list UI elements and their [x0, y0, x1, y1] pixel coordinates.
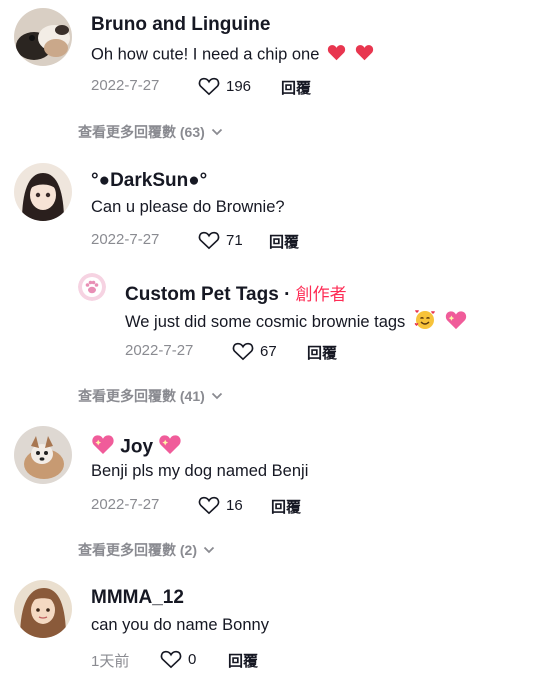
- like-count: 196: [226, 77, 252, 95]
- like-button[interactable]: 0: [160, 649, 196, 669]
- username[interactable]: Custom Pet Tags: [125, 284, 279, 305]
- reply-button[interactable]: 回覆: [271, 496, 301, 517]
- like-count: 16: [226, 496, 243, 514]
- smiling-face-with-hearts-icon: [414, 309, 436, 336]
- chevron-down-icon: [203, 546, 215, 554]
- username[interactable]: Joy: [120, 437, 153, 458]
- like-button[interactable]: 71: [198, 230, 243, 250]
- creator-avatar[interactable]: [78, 273, 106, 301]
- view-more-replies-label: 查看更多回覆數 (63): [78, 124, 205, 140]
- reply-button[interactable]: 回覆: [269, 231, 299, 252]
- red-heart-icon: [355, 44, 374, 66]
- comment-date: 2022-7-27: [91, 77, 160, 94]
- sparkling-heart-icon: [91, 434, 115, 461]
- comment-text: can you do name Bonny: [91, 616, 269, 634]
- like-count: 71: [226, 231, 243, 249]
- heart-outline-icon: [232, 342, 254, 361]
- view-more-replies-label: 查看更多回覆數 (41): [78, 388, 205, 404]
- heart-outline-icon: [198, 496, 220, 515]
- user-avatar[interactable]: [14, 580, 72, 638]
- heart-outline-icon: [198, 77, 220, 96]
- reply-text-content: We just did some cosmic brownie tags: [125, 312, 406, 331]
- reply-button[interactable]: 回覆: [307, 342, 337, 363]
- user-avatar[interactable]: [14, 8, 72, 66]
- comment-date: 2022-7-27: [91, 496, 160, 513]
- heart-outline-icon: [160, 650, 182, 669]
- red-heart-icon: [327, 44, 346, 66]
- like-button[interactable]: 67: [232, 341, 277, 361]
- user-avatar[interactable]: [14, 163, 72, 221]
- view-more-replies[interactable]: 查看更多回覆數 (2): [78, 540, 215, 560]
- chevron-down-icon: [211, 392, 222, 400]
- view-more-replies-label: 查看更多回覆數 (2): [78, 542, 197, 558]
- like-count: 0: [188, 650, 197, 668]
- sparkling-heart-icon: [445, 310, 467, 335]
- name-separator: ·: [284, 284, 291, 305]
- reply-button[interactable]: 回覆: [228, 650, 258, 671]
- view-more-replies[interactable]: 查看更多回覆數 (63): [78, 122, 223, 142]
- reply-text: We just did some cosmic brownie tags: [125, 309, 467, 336]
- view-more-replies[interactable]: 查看更多回覆數 (41): [78, 386, 223, 406]
- comment-text: Oh how cute! I need a chip one: [91, 44, 374, 66]
- sparkling-heart-icon: [158, 434, 182, 461]
- comment-date: 1天前: [91, 653, 130, 670]
- reply-date: 2022-7-27: [125, 342, 194, 359]
- reply-button[interactable]: 回覆: [281, 77, 311, 98]
- username[interactable]: °●DarkSun●°: [91, 170, 207, 192]
- chevron-down-icon: [211, 128, 222, 136]
- username[interactable]: MMMA_12: [91, 587, 184, 609]
- comment-date: 2022-7-27: [91, 231, 160, 248]
- username[interactable]: Bruno and Linguine: [91, 14, 270, 36]
- creator-badge: 創作者: [295, 285, 347, 304]
- comment-text: Benji pls my dog named Benji: [91, 462, 309, 480]
- like-button[interactable]: 196: [198, 76, 251, 96]
- reply-username-row: Custom Pet Tags · 創作者: [125, 280, 347, 306]
- heart-outline-icon: [198, 231, 220, 250]
- user-avatar[interactable]: [14, 426, 72, 484]
- comment-text-content: Oh how cute! I need a chip one: [91, 45, 320, 64]
- comment-text: Can u please do Brownie?: [91, 198, 285, 216]
- like-count: 67: [260, 342, 277, 360]
- username-row: Joy: [91, 434, 182, 461]
- like-button[interactable]: 16: [198, 495, 243, 515]
